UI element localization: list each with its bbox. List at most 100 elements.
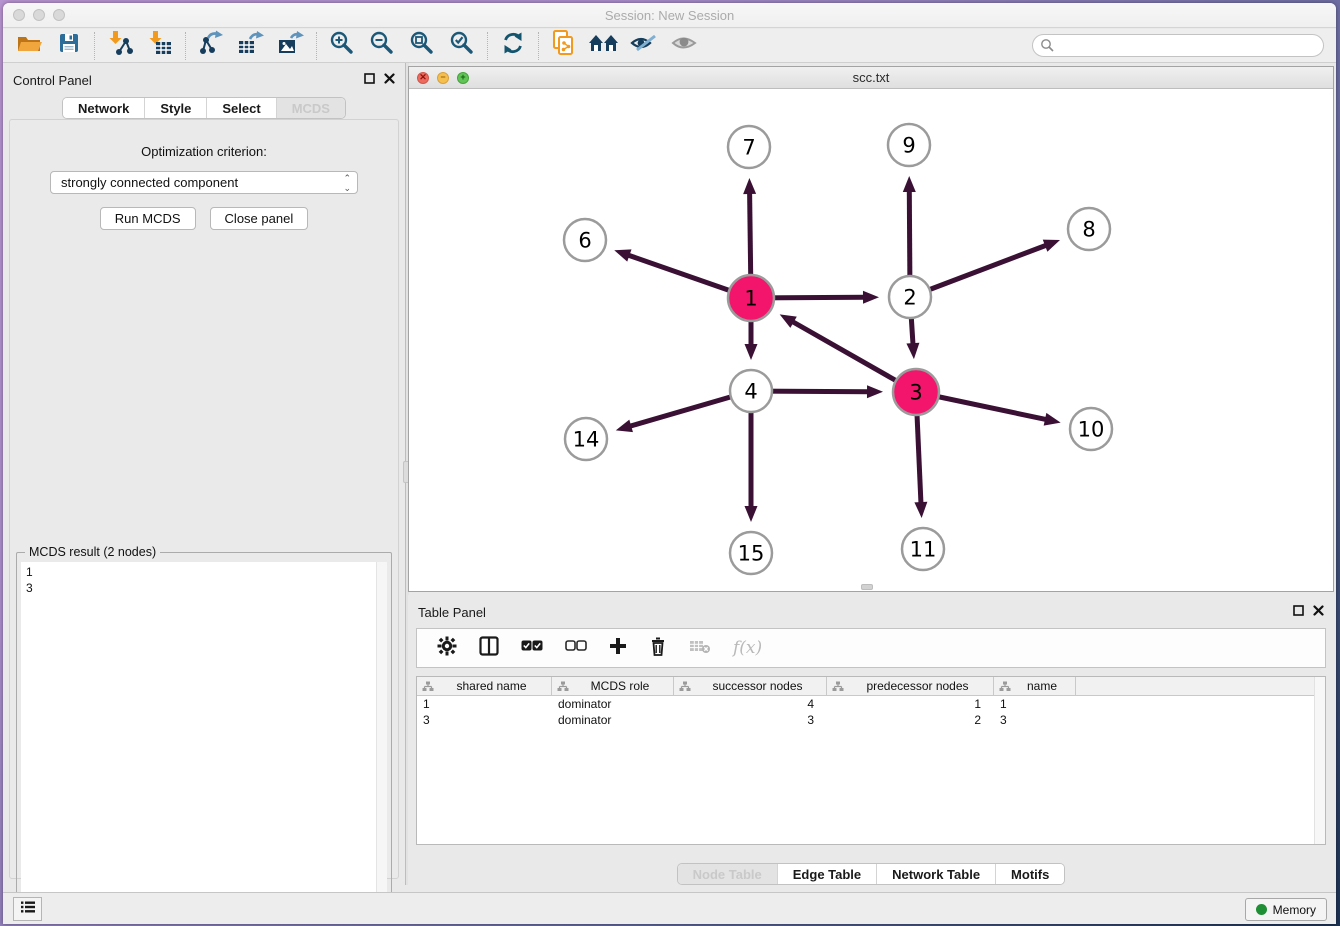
float-table-panel-icon[interactable] <box>1293 603 1304 621</box>
graph-node-10[interactable]: 10 <box>1070 408 1112 450</box>
table-header-row: shared nameMCDS rolesuccessor nodesprede… <box>417 677 1325 696</box>
deselect-all-button[interactable] <box>565 639 587 657</box>
graph-node-8[interactable]: 8 <box>1068 208 1110 250</box>
zoom-selected-icon <box>449 30 475 61</box>
table-cell: 3 <box>417 712 552 728</box>
task-history-button[interactable] <box>13 897 42 921</box>
memory-status-icon <box>1256 904 1267 915</box>
result-scrollbar[interactable] <box>376 562 387 924</box>
mcds-result-textarea[interactable]: 13 <box>21 562 387 924</box>
graph-node-7[interactable]: 7 <box>728 126 770 168</box>
node-label: 9 <box>902 134 915 158</box>
table-cell: 1 <box>417 696 552 712</box>
graph-node-14[interactable]: 14 <box>565 418 607 460</box>
table-cell: dominator <box>552 712 674 728</box>
select-all-button[interactable] <box>521 639 543 657</box>
tab-mcds[interactable]: MCDS <box>276 98 345 118</box>
tab-edge-table[interactable]: Edge Table <box>777 864 876 884</box>
edge-arrowhead <box>614 249 631 261</box>
table-cell: 2 <box>827 712 994 728</box>
edge-arrowhead <box>914 502 927 518</box>
graph-node-6[interactable]: 6 <box>564 219 606 261</box>
hierarchy-icon <box>422 681 434 692</box>
toolbar-separator <box>538 32 539 60</box>
canvas-scroll-thumb[interactable] <box>861 584 873 590</box>
column-settings-button[interactable] <box>437 636 457 661</box>
float-panel-icon[interactable] <box>364 71 375 89</box>
optimization-criterion-label: Optimization criterion: <box>10 144 398 159</box>
mcds-result-lines: 13 <box>21 562 387 598</box>
table-cell: 1 <box>994 696 1076 712</box>
function-builder-button[interactable]: f(x) <box>733 638 762 658</box>
gear-icon <box>437 636 457 661</box>
open-session-button[interactable] <box>9 30 49 62</box>
new-network-from-selection-button[interactable] <box>544 30 584 62</box>
export-image-button[interactable] <box>271 30 311 62</box>
close-panel-icon[interactable] <box>384 71 395 89</box>
mcds-tab-content: Optimization criterion: strongly connect… <box>9 119 399 879</box>
table-row[interactable]: 3dominator323 <box>417 712 1325 728</box>
network-file-icon <box>550 29 578 62</box>
save-session-button[interactable] <box>49 30 89 62</box>
plus-icon <box>609 637 627 660</box>
zoom-selected-button[interactable] <box>442 30 482 62</box>
edge-arrowhead <box>743 178 756 194</box>
close-panel-button[interactable]: Close panel <box>210 207 309 230</box>
node-label: 7 <box>742 136 755 160</box>
table-cell: 3 <box>994 712 1076 728</box>
delete-row-button[interactable] <box>649 636 667 661</box>
delete-table-button[interactable] <box>689 638 711 659</box>
refresh-view-button[interactable] <box>493 30 533 62</box>
column-header-successor-nodes[interactable]: successor nodes <box>674 677 827 695</box>
show-column-button[interactable] <box>479 636 499 661</box>
save-floppy-icon <box>57 31 81 60</box>
toolbar-separator <box>487 32 488 60</box>
tab-node-table[interactable]: Node Table <box>678 864 777 884</box>
edge-arrowhead <box>1043 240 1060 252</box>
memory-button[interactable]: Memory <box>1245 898 1327 921</box>
toolbar-separator <box>185 32 186 60</box>
show-all-button[interactable] <box>664 30 704 62</box>
column-header-shared-name[interactable]: shared name <box>417 677 552 695</box>
tab-select[interactable]: Select <box>206 98 275 118</box>
mcds-result-groupbox: MCDS result (2 nodes) 13 <box>16 552 392 924</box>
graph-node-9[interactable]: 9 <box>888 124 930 166</box>
column-header-predecessor-nodes[interactable]: predecessor nodes <box>827 677 994 695</box>
criterion-select[interactable]: strongly connected component ⌃⌄ <box>50 171 358 194</box>
tab-network[interactable]: Network <box>63 98 144 118</box>
node-label: 14 <box>573 428 600 452</box>
graph-node-1[interactable]: 1 <box>728 275 774 321</box>
tab-network-table[interactable]: Network Table <box>876 864 995 884</box>
hierarchy-icon <box>832 681 844 692</box>
export-network-button[interactable] <box>191 30 231 62</box>
task-list-icon <box>20 900 36 919</box>
trash-icon <box>649 636 667 661</box>
table-cell: dominator <box>552 696 674 712</box>
graph-node-3[interactable]: 3 <box>893 369 939 415</box>
add-row-button[interactable] <box>609 637 627 660</box>
table-panel-header: Table Panel <box>408 601 1334 623</box>
graph-node-2[interactable]: 2 <box>889 276 931 318</box>
graph-node-11[interactable]: 11 <box>902 528 944 570</box>
column-header-MCDS-role[interactable]: MCDS role <box>552 677 674 695</box>
import-network-button[interactable] <box>100 30 140 62</box>
table-row[interactable]: 1dominator411 <box>417 696 1325 712</box>
tab-style[interactable]: Style <box>144 98 206 118</box>
export-table-button[interactable] <box>231 30 271 62</box>
run-mcds-button[interactable]: Run MCDS <box>100 207 196 230</box>
hide-selected-button[interactable] <box>624 30 664 62</box>
graph-node-4[interactable]: 4 <box>730 370 772 412</box>
apply-layout-button[interactable] <box>584 30 624 62</box>
tab-motifs[interactable]: Motifs <box>995 864 1064 884</box>
column-header-name[interactable]: name <box>994 677 1076 695</box>
zoom-out-button[interactable] <box>362 30 402 62</box>
network-frame-titlebar: scc.txt ✕ − + <box>409 67 1333 89</box>
network-canvas[interactable]: 7 9 6 8 1 2 4 3 14 10 15 11 <box>409 89 1333 591</box>
search-input[interactable] <box>1032 34 1324 57</box>
table-scrollbar[interactable] <box>1314 677 1325 844</box>
zoom-fit-button[interactable] <box>402 30 442 62</box>
import-table-button[interactable] <box>140 30 180 62</box>
close-table-panel-icon[interactable] <box>1313 603 1324 621</box>
graph-node-15[interactable]: 15 <box>730 532 772 574</box>
zoom-in-button[interactable] <box>322 30 362 62</box>
